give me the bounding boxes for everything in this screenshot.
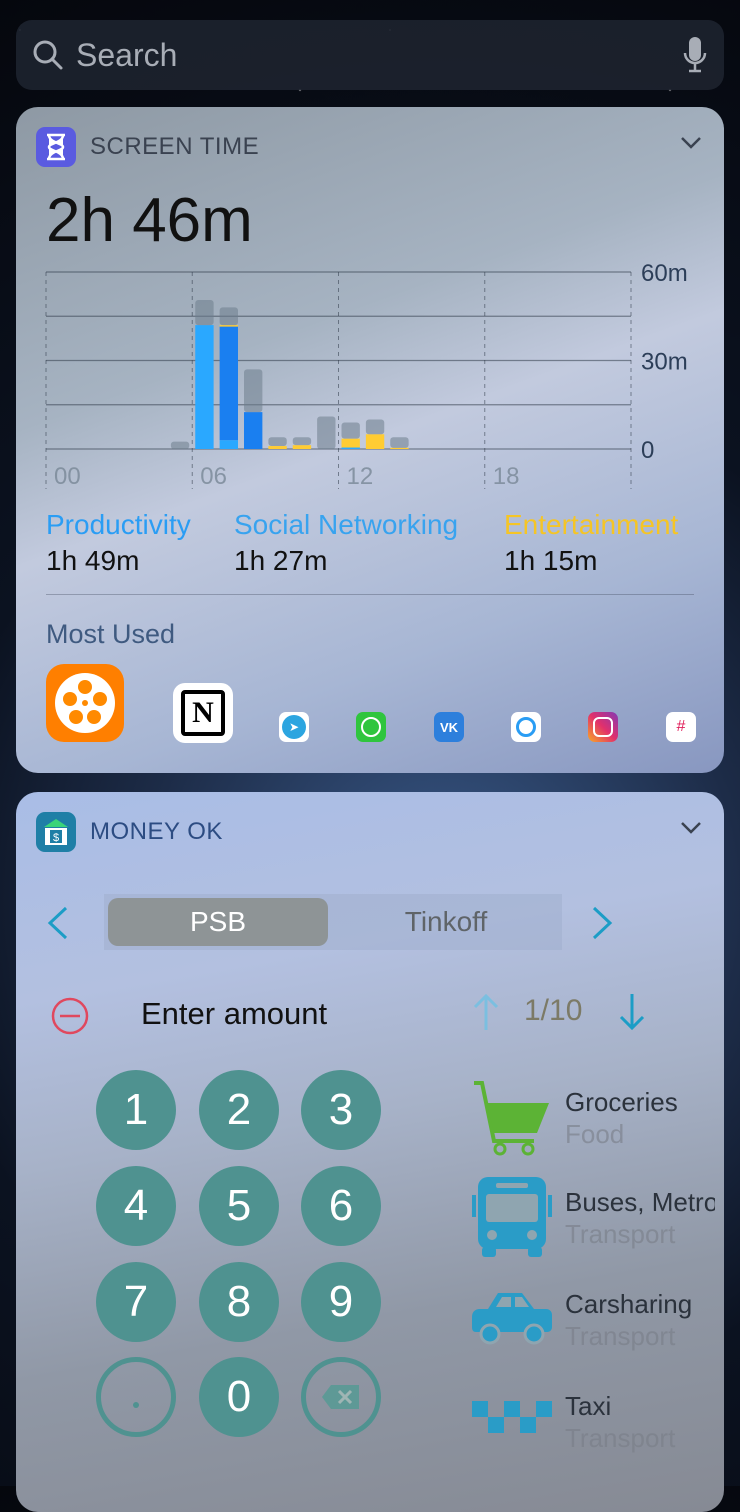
category-social-networking: Social Networking 1h 27m xyxy=(234,509,458,577)
category-item-groceries[interactable]: Groceries Food xyxy=(472,1077,724,1167)
bar-entertainment xyxy=(268,446,287,449)
bar-productivity xyxy=(195,325,214,449)
bar-other xyxy=(219,307,238,326)
x-tick-label: 00 xyxy=(54,463,81,490)
category-value: 1h 27m xyxy=(234,545,328,576)
telegram-app-icon[interactable]: ➤ xyxy=(279,712,309,742)
money-ok-header: $ MONEY OK xyxy=(36,812,223,852)
bar-entertainment xyxy=(390,447,409,449)
bar-other xyxy=(341,422,360,439)
bar-entertainment xyxy=(219,325,238,327)
widget-title: MONEY OK xyxy=(90,818,223,845)
category-name: Buses, Metro xyxy=(565,1187,715,1217)
key-1[interactable]: 1 xyxy=(96,1070,176,1150)
usage-chart: 00 06 12 18 0 30m 60m xyxy=(45,260,688,490)
next-bank-arrow-icon[interactable] xyxy=(590,906,614,940)
category-value: 1h 49m xyxy=(46,545,140,576)
category-name: Productivity xyxy=(46,509,191,540)
key-8[interactable]: 8 xyxy=(199,1262,279,1342)
bank-icon: $ xyxy=(36,812,76,852)
arrow-down-icon[interactable] xyxy=(617,992,647,1032)
car-icon xyxy=(472,1293,552,1345)
slack-app-icon[interactable]: # xyxy=(666,712,696,742)
category-item-carsharing[interactable]: Carsharing Transport xyxy=(472,1279,724,1369)
page-indicator: 1/10 xyxy=(524,994,583,1027)
category-group: Food xyxy=(565,1119,625,1149)
category-group: Transport xyxy=(565,1321,676,1351)
category-productivity: Productivity 1h 49m xyxy=(46,509,191,577)
minus-circle-icon[interactable] xyxy=(50,996,90,1036)
bar-productivity xyxy=(341,447,360,449)
bank-selector[interactable]: PSB Tinkoff xyxy=(104,894,562,950)
category-name: Entertainment xyxy=(504,509,679,540)
category-name: Carsharing xyxy=(565,1289,693,1319)
ring-app-icon[interactable] xyxy=(511,712,541,742)
bar-social xyxy=(244,412,263,449)
dot-icon xyxy=(133,1402,139,1408)
taxi-icon xyxy=(472,1401,552,1433)
kinopoisk-app-icon[interactable] xyxy=(46,664,124,742)
search-bar[interactable]: Search xyxy=(16,20,724,90)
previous-bank-arrow-icon[interactable] xyxy=(46,906,70,940)
bar-other xyxy=(365,419,385,435)
category-group: Transport xyxy=(565,1423,676,1453)
key-4[interactable]: 4 xyxy=(96,1166,176,1246)
backspace-icon xyxy=(322,1385,359,1409)
search-icon xyxy=(33,40,63,70)
key-9[interactable]: 9 xyxy=(301,1262,381,1342)
amount-input[interactable]: Enter amount xyxy=(141,996,327,1032)
category-item-buses-metro[interactable]: Buses, Metro Transport xyxy=(472,1177,724,1267)
x-tick-label: 06 xyxy=(200,463,227,490)
key-2[interactable]: 2 xyxy=(199,1070,279,1150)
y-tick-label: 30m xyxy=(641,349,688,376)
arrow-up-icon[interactable] xyxy=(471,992,501,1032)
divider xyxy=(46,594,694,595)
bar-productivity xyxy=(219,440,238,449)
bar-other xyxy=(244,369,263,413)
x-tick-label: 18 xyxy=(493,463,520,490)
bank-tab-tinkoff[interactable]: Tinkoff xyxy=(334,898,558,946)
screen-time-widget[interactable]: SCREEN TIME 2h 46m 00 06 12 18 0 30m 60m Produ… xyxy=(16,107,724,773)
notion-app-icon[interactable]: N xyxy=(173,683,233,743)
vk-app-icon[interactable]: VK xyxy=(434,712,464,742)
bar-other xyxy=(195,300,214,326)
bar-other xyxy=(292,437,312,446)
category-name: Groceries xyxy=(565,1087,678,1117)
bar-other xyxy=(317,416,336,449)
key-3[interactable]: 3 xyxy=(301,1070,381,1150)
bar-other xyxy=(170,441,190,449)
cart-icon xyxy=(474,1081,549,1156)
bar-entertainment xyxy=(292,445,312,449)
category-name: Social Networking xyxy=(234,509,459,540)
category-name: Taxi xyxy=(565,1391,612,1421)
bar-other xyxy=(390,437,409,448)
x-tick-label: 12 xyxy=(347,463,374,490)
y-tick-label: 0 xyxy=(641,437,654,464)
bar-other xyxy=(268,437,287,447)
key-5[interactable]: 5 xyxy=(199,1166,279,1246)
bar-entertainment xyxy=(341,438,360,448)
category-group: Transport xyxy=(565,1219,676,1249)
bar-social xyxy=(219,326,238,441)
money-ok-widget[interactable]: $ MONEY OK PSB Tinkoff Enter amount 1/10… xyxy=(16,792,724,1512)
key-0[interactable]: 0 xyxy=(199,1357,279,1437)
key-7[interactable]: 7 xyxy=(96,1262,176,1342)
y-tick-label: 60m xyxy=(641,260,688,287)
key-6[interactable]: 6 xyxy=(301,1166,381,1246)
category-value: 1h 15m xyxy=(504,545,598,576)
bus-icon xyxy=(472,1177,552,1257)
key-backspace[interactable] xyxy=(301,1357,381,1437)
bar-entertainment xyxy=(365,434,385,449)
most-used-label: Most Used xyxy=(46,619,176,649)
category-entertainment: Entertainment 1h 15m xyxy=(504,509,678,577)
whatsapp-app-icon[interactable] xyxy=(356,712,386,742)
search-input[interactable]: Search xyxy=(76,37,682,74)
bank-tab-psb[interactable]: PSB xyxy=(108,898,328,946)
category-item-taxi[interactable]: Taxi Transport xyxy=(472,1381,724,1471)
instagram-app-icon[interactable] xyxy=(588,712,618,742)
svg-text:$: $ xyxy=(53,832,59,844)
key-decimal[interactable] xyxy=(96,1357,176,1437)
chevron-down-icon[interactable] xyxy=(680,816,702,838)
microphone-icon[interactable] xyxy=(682,36,708,74)
